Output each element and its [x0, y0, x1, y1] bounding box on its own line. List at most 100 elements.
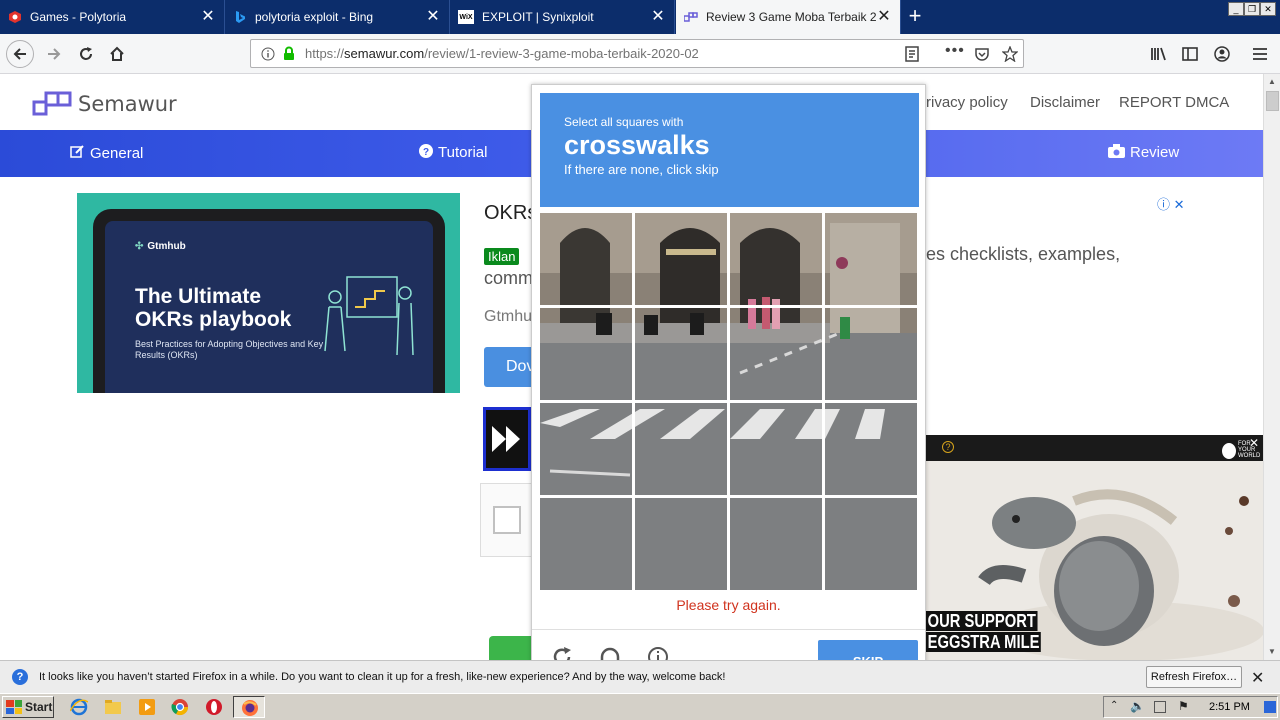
start-button[interactable]: Start — [2, 696, 54, 718]
okr-ad-banner[interactable]: ✣ Gtmhub The Ultimate OKRs playbook Best… — [77, 193, 460, 393]
wwf-turtle-ad[interactable]: ? FOR YOUR WORLD ✕ OUR SUPPORT EGGSTRA M… — [924, 435, 1263, 660]
adchoices-icon[interactable]: ⓘ ✕ — [1157, 194, 1185, 213]
captcha-tile[interactable] — [635, 403, 727, 495]
windows-logo-icon — [6, 700, 22, 714]
firefox-icon — [242, 700, 258, 716]
nav-link-report-dmca[interactable]: REPORT DMCA — [1119, 94, 1229, 111]
menu-item-review[interactable]: Review — [1108, 144, 1179, 161]
media-player-icon[interactable] — [138, 698, 156, 716]
info-icon[interactable] — [259, 45, 277, 63]
internet-explorer-icon[interactable] — [70, 698, 88, 716]
show-desktop-icon[interactable] — [1264, 701, 1276, 713]
taskbar-firefox-active[interactable] — [233, 696, 265, 718]
tab-semawur-active[interactable]: Review 3 Game Moba Terbaik 2020 ✕ — [676, 0, 901, 34]
instruction-hint: If there are none, click skip — [564, 162, 719, 177]
captcha-tile[interactable] — [825, 308, 917, 400]
menu-item-general[interactable]: General — [70, 144, 143, 162]
account-icon[interactable] — [1208, 41, 1236, 67]
url-bar[interactable]: https://semawur.com/review/1-review-3-ga… — [250, 39, 1024, 68]
sidebar-icon[interactable] — [1176, 41, 1204, 67]
captcha-tile[interactable] — [540, 308, 632, 400]
captcha-tile[interactable] — [825, 403, 917, 495]
lock-icon[interactable] — [283, 46, 297, 62]
reader-view-icon[interactable] — [905, 46, 919, 64]
hamburger-menu-icon[interactable] — [1246, 41, 1274, 67]
tab-label: polytoria exploit - Bing — [255, 10, 374, 24]
camera-icon — [1108, 144, 1125, 161]
site-logo[interactable]: Semawur — [32, 90, 177, 118]
opera-icon[interactable] — [205, 698, 223, 716]
url-text[interactable]: https://semawur.com/review/1-review-3-ga… — [305, 46, 699, 61]
tab-polytoria[interactable]: Games - Polytoria ✕ — [0, 0, 225, 34]
reload-button[interactable] — [72, 41, 100, 67]
ad-right-title[interactable]: OKRs — [484, 202, 537, 225]
captcha-tile[interactable] — [730, 213, 822, 305]
pocket-icon[interactable] — [974, 46, 990, 64]
menu-item-label: Tutorial — [438, 144, 488, 161]
system-tray: ⌃ 🔈 ⚑ — [1103, 696, 1278, 718]
firefox-notification-bar: ? It looks like you haven’t started Fire… — [0, 660, 1280, 693]
menu-item-label: General — [90, 144, 144, 162]
chrome-icon[interactable] — [171, 698, 189, 716]
maximize-icon[interactable]: ❐ — [1244, 2, 1260, 16]
ad-description-right: es checklists, examples, — [926, 244, 1121, 264]
library-icon[interactable] — [1145, 41, 1173, 67]
forward-button[interactable] — [40, 41, 68, 67]
tab-synixploit[interactable]: WiX EXPLOIT | Synixploit ✕ — [450, 0, 675, 34]
scroll-thumb[interactable] — [1266, 91, 1279, 111]
tab-label: EXPLOIT | Synixploit — [482, 10, 594, 24]
captcha-tile[interactable] — [825, 498, 917, 590]
nav-link-privacy[interactable]: Privacy policy — [916, 94, 1008, 111]
minimize-icon[interactable]: _ — [1228, 2, 1244, 16]
captcha-tile[interactable] — [540, 213, 632, 305]
back-button[interactable] — [6, 40, 34, 68]
tab-bing[interactable]: polytoria exploit - Bing ✕ — [225, 0, 450, 34]
help-icon[interactable]: ? — [942, 441, 954, 453]
question-icon: ? — [12, 669, 28, 685]
new-tab-button[interactable]: + — [903, 5, 927, 29]
notification-close-icon[interactable]: ✕ — [1251, 668, 1264, 688]
home-icon — [110, 46, 124, 61]
window-close-icon[interactable]: ✕ — [1260, 2, 1276, 16]
captcha-tile[interactable] — [635, 498, 727, 590]
nav-link-disclaimer[interactable]: Disclaimer — [1030, 94, 1100, 111]
captcha-tile[interactable] — [730, 308, 822, 400]
flag-icon[interactable]: ⚑ — [1178, 699, 1189, 713]
scroll-down-icon[interactable]: ▼ — [1264, 644, 1280, 660]
ad-close-icon[interactable]: ✕ — [1249, 436, 1259, 450]
captcha-tile[interactable] — [540, 403, 632, 495]
network-icon[interactable] — [1154, 701, 1166, 713]
captcha-tile[interactable] — [635, 213, 727, 305]
ad-close-icon[interactable]: ✕ — [1174, 197, 1185, 212]
arrow-left-icon — [13, 48, 26, 60]
captcha-tile[interactable] — [635, 308, 727, 400]
tab-close-icon[interactable]: ✕ — [425, 9, 441, 25]
arrow-right-icon — [48, 48, 61, 60]
menu-item-tutorial[interactable]: ? Tutorial — [419, 144, 487, 161]
recaptcha-challenge: Select all squares with crosswalks If th… — [531, 84, 926, 664]
error-message: Please try again. — [676, 597, 781, 613]
captcha-tile[interactable] — [540, 498, 632, 590]
captcha-tile[interactable] — [730, 498, 822, 590]
bookmark-star-icon[interactable] — [1001, 45, 1019, 64]
tab-close-icon[interactable]: ✕ — [200, 9, 216, 25]
refresh-firefox-button[interactable]: Refresh Firefox… — [1146, 666, 1242, 688]
folder-icon[interactable] — [104, 698, 122, 716]
fast-forward-icon[interactable] — [483, 407, 531, 471]
svg-text:?: ? — [423, 147, 429, 158]
ad-description: comm — [484, 268, 533, 288]
captcha-tile[interactable] — [825, 213, 917, 305]
more-actions-icon[interactable]: ••• — [945, 42, 965, 60]
volume-icon[interactable]: 🔈 — [1130, 699, 1145, 713]
home-button[interactable] — [103, 41, 131, 67]
tab-close-icon[interactable]: ✕ — [650, 9, 666, 25]
scroll-up-icon[interactable]: ▲ — [1264, 74, 1280, 90]
page-scrollbar[interactable]: ▲ ▼ — [1263, 74, 1280, 660]
gtmhub-logo: ✣ Gtmhub — [135, 241, 186, 252]
windows-taskbar: Start ⌃ 🔈 ⚑ 2:51 PM — [0, 693, 1280, 720]
tray-expand-icon[interactable]: ⌃ — [1110, 700, 1118, 711]
tab-close-icon[interactable]: ✕ — [876, 9, 892, 25]
recaptcha-checkbox[interactable] — [493, 506, 521, 534]
captcha-tile[interactable] — [730, 403, 822, 495]
gtmhub-brand-text: Gtmhub — [147, 241, 186, 252]
